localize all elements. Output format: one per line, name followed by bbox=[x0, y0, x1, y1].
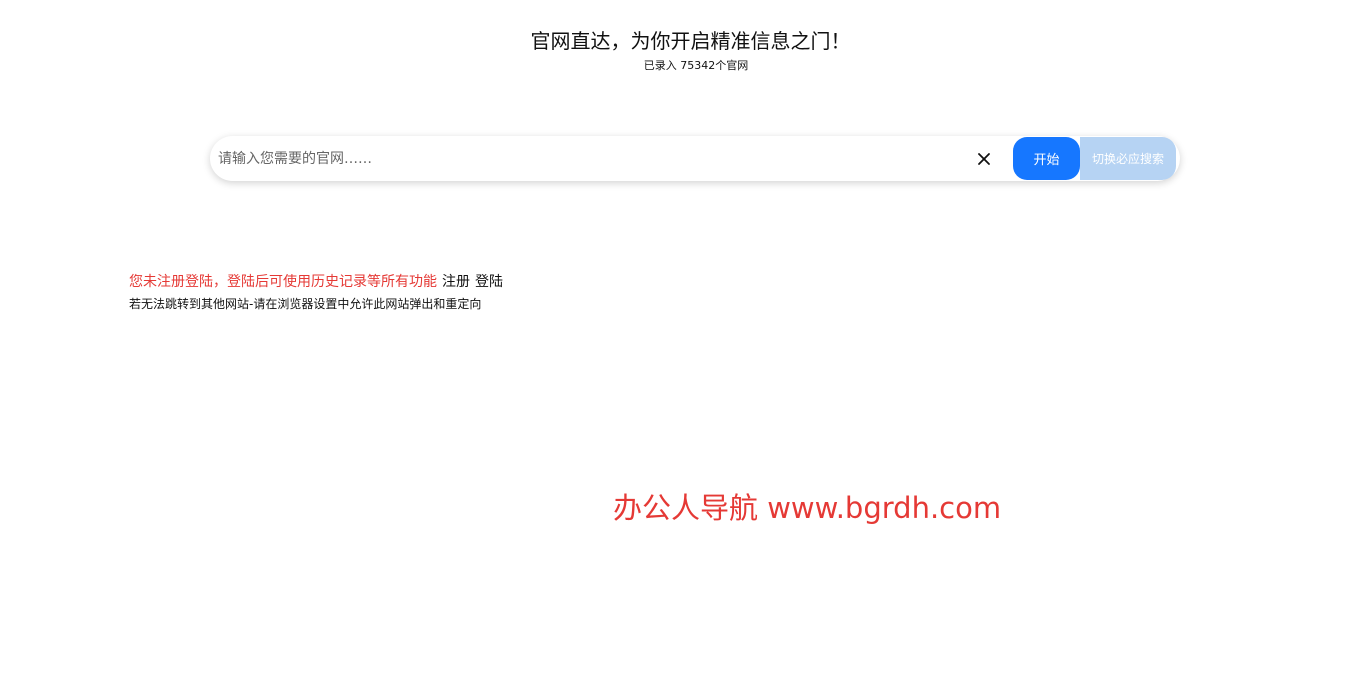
login-notice-text: 您未注册登陆，登陆后可使用历史记录等所有功能 bbox=[129, 274, 437, 290]
login-notice: 您未注册登陆，登陆后可使用历史记录等所有功能 注册 登陆 bbox=[129, 272, 503, 292]
register-link[interactable]: 注册 bbox=[442, 274, 470, 290]
close-icon[interactable] bbox=[974, 149, 994, 169]
site-count: 已录入 75342个官网 bbox=[643, 59, 749, 72]
search-bar: 开始 切换必应搜索 bbox=[210, 136, 1180, 181]
popup-hint: 若无法跳转到其他网站-请在浏览器设置中允许此网站弹出和重定向 bbox=[129, 297, 482, 311]
switch-bing-button[interactable]: 切换必应搜索 bbox=[1080, 137, 1176, 180]
page-title: 官网直达，为你开启精准信息之门！ bbox=[530, 29, 851, 53]
start-button[interactable]: 开始 bbox=[1013, 137, 1080, 180]
page: 官网直达，为你开启精准信息之门！ 已录入 75342个官网 开始 切换必应搜索 … bbox=[0, 0, 1353, 686]
search-input[interactable] bbox=[218, 136, 958, 181]
watermark: 办公人导航 www.bgrdh.com bbox=[613, 491, 1002, 525]
login-link[interactable]: 登陆 bbox=[475, 274, 503, 290]
